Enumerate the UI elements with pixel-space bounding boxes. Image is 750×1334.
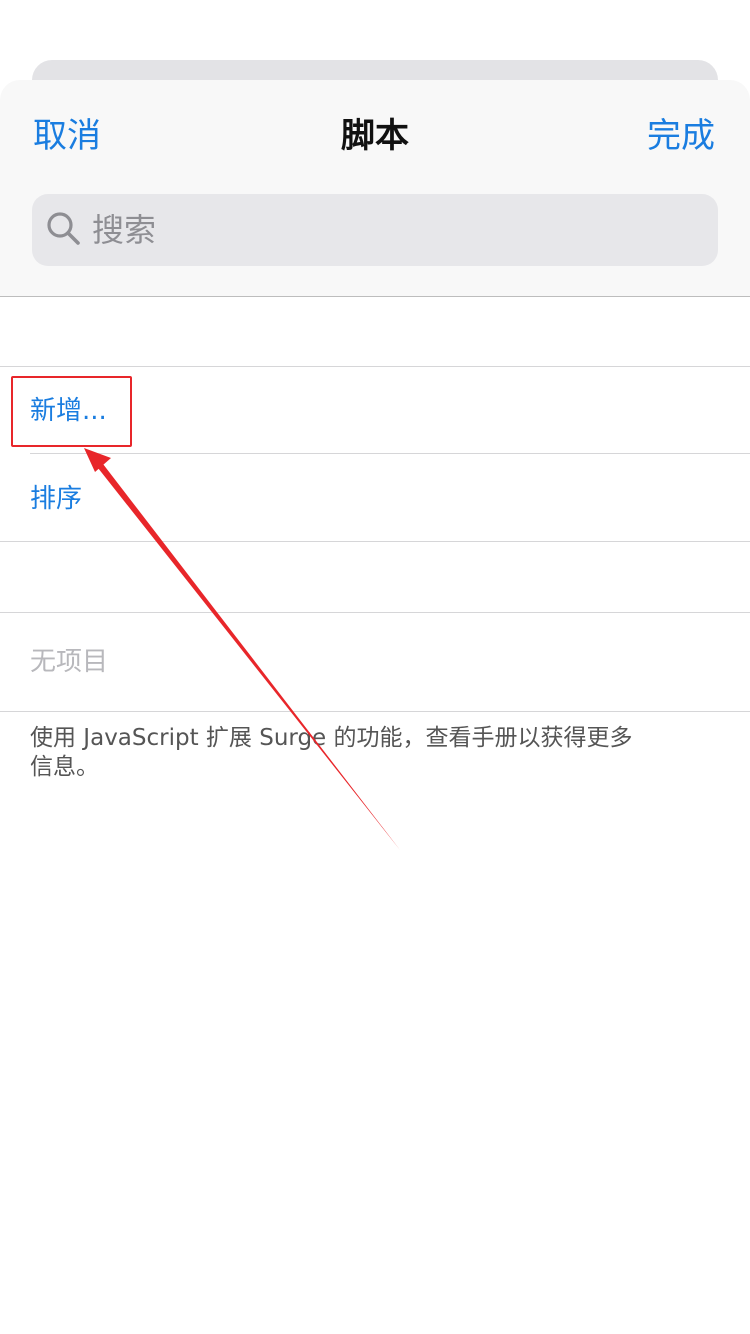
section-divider [0, 366, 750, 367]
footer-note: 使用 JavaScript 扩展 Surge 的功能，查看手册以获得更多信息。 [30, 725, 633, 780]
section-divider [0, 612, 750, 613]
section-divider [0, 541, 750, 542]
search-icon [47, 212, 80, 245]
sort-button[interactable]: 排序 [30, 479, 82, 519]
sheet-header: 取消 脚本 完成 [0, 80, 750, 297]
screen: 取消 脚本 完成 新增... 排序 无项目 使用 JavaScript 扩展 S… [0, 0, 750, 1334]
section-divider [0, 711, 750, 712]
empty-list-label: 无项目 [30, 647, 109, 677]
scripts-sheet: 取消 脚本 完成 新增... 排序 无项目 使用 JavaScript 扩展 S… [0, 80, 750, 1334]
row-divider [30, 453, 750, 454]
page-title: 脚本 [341, 116, 409, 156]
search-input[interactable] [92, 194, 692, 266]
done-button[interactable]: 完成 [647, 114, 715, 158]
add-script-button[interactable]: 新增... [30, 391, 107, 431]
search-bar[interactable] [32, 194, 718, 266]
